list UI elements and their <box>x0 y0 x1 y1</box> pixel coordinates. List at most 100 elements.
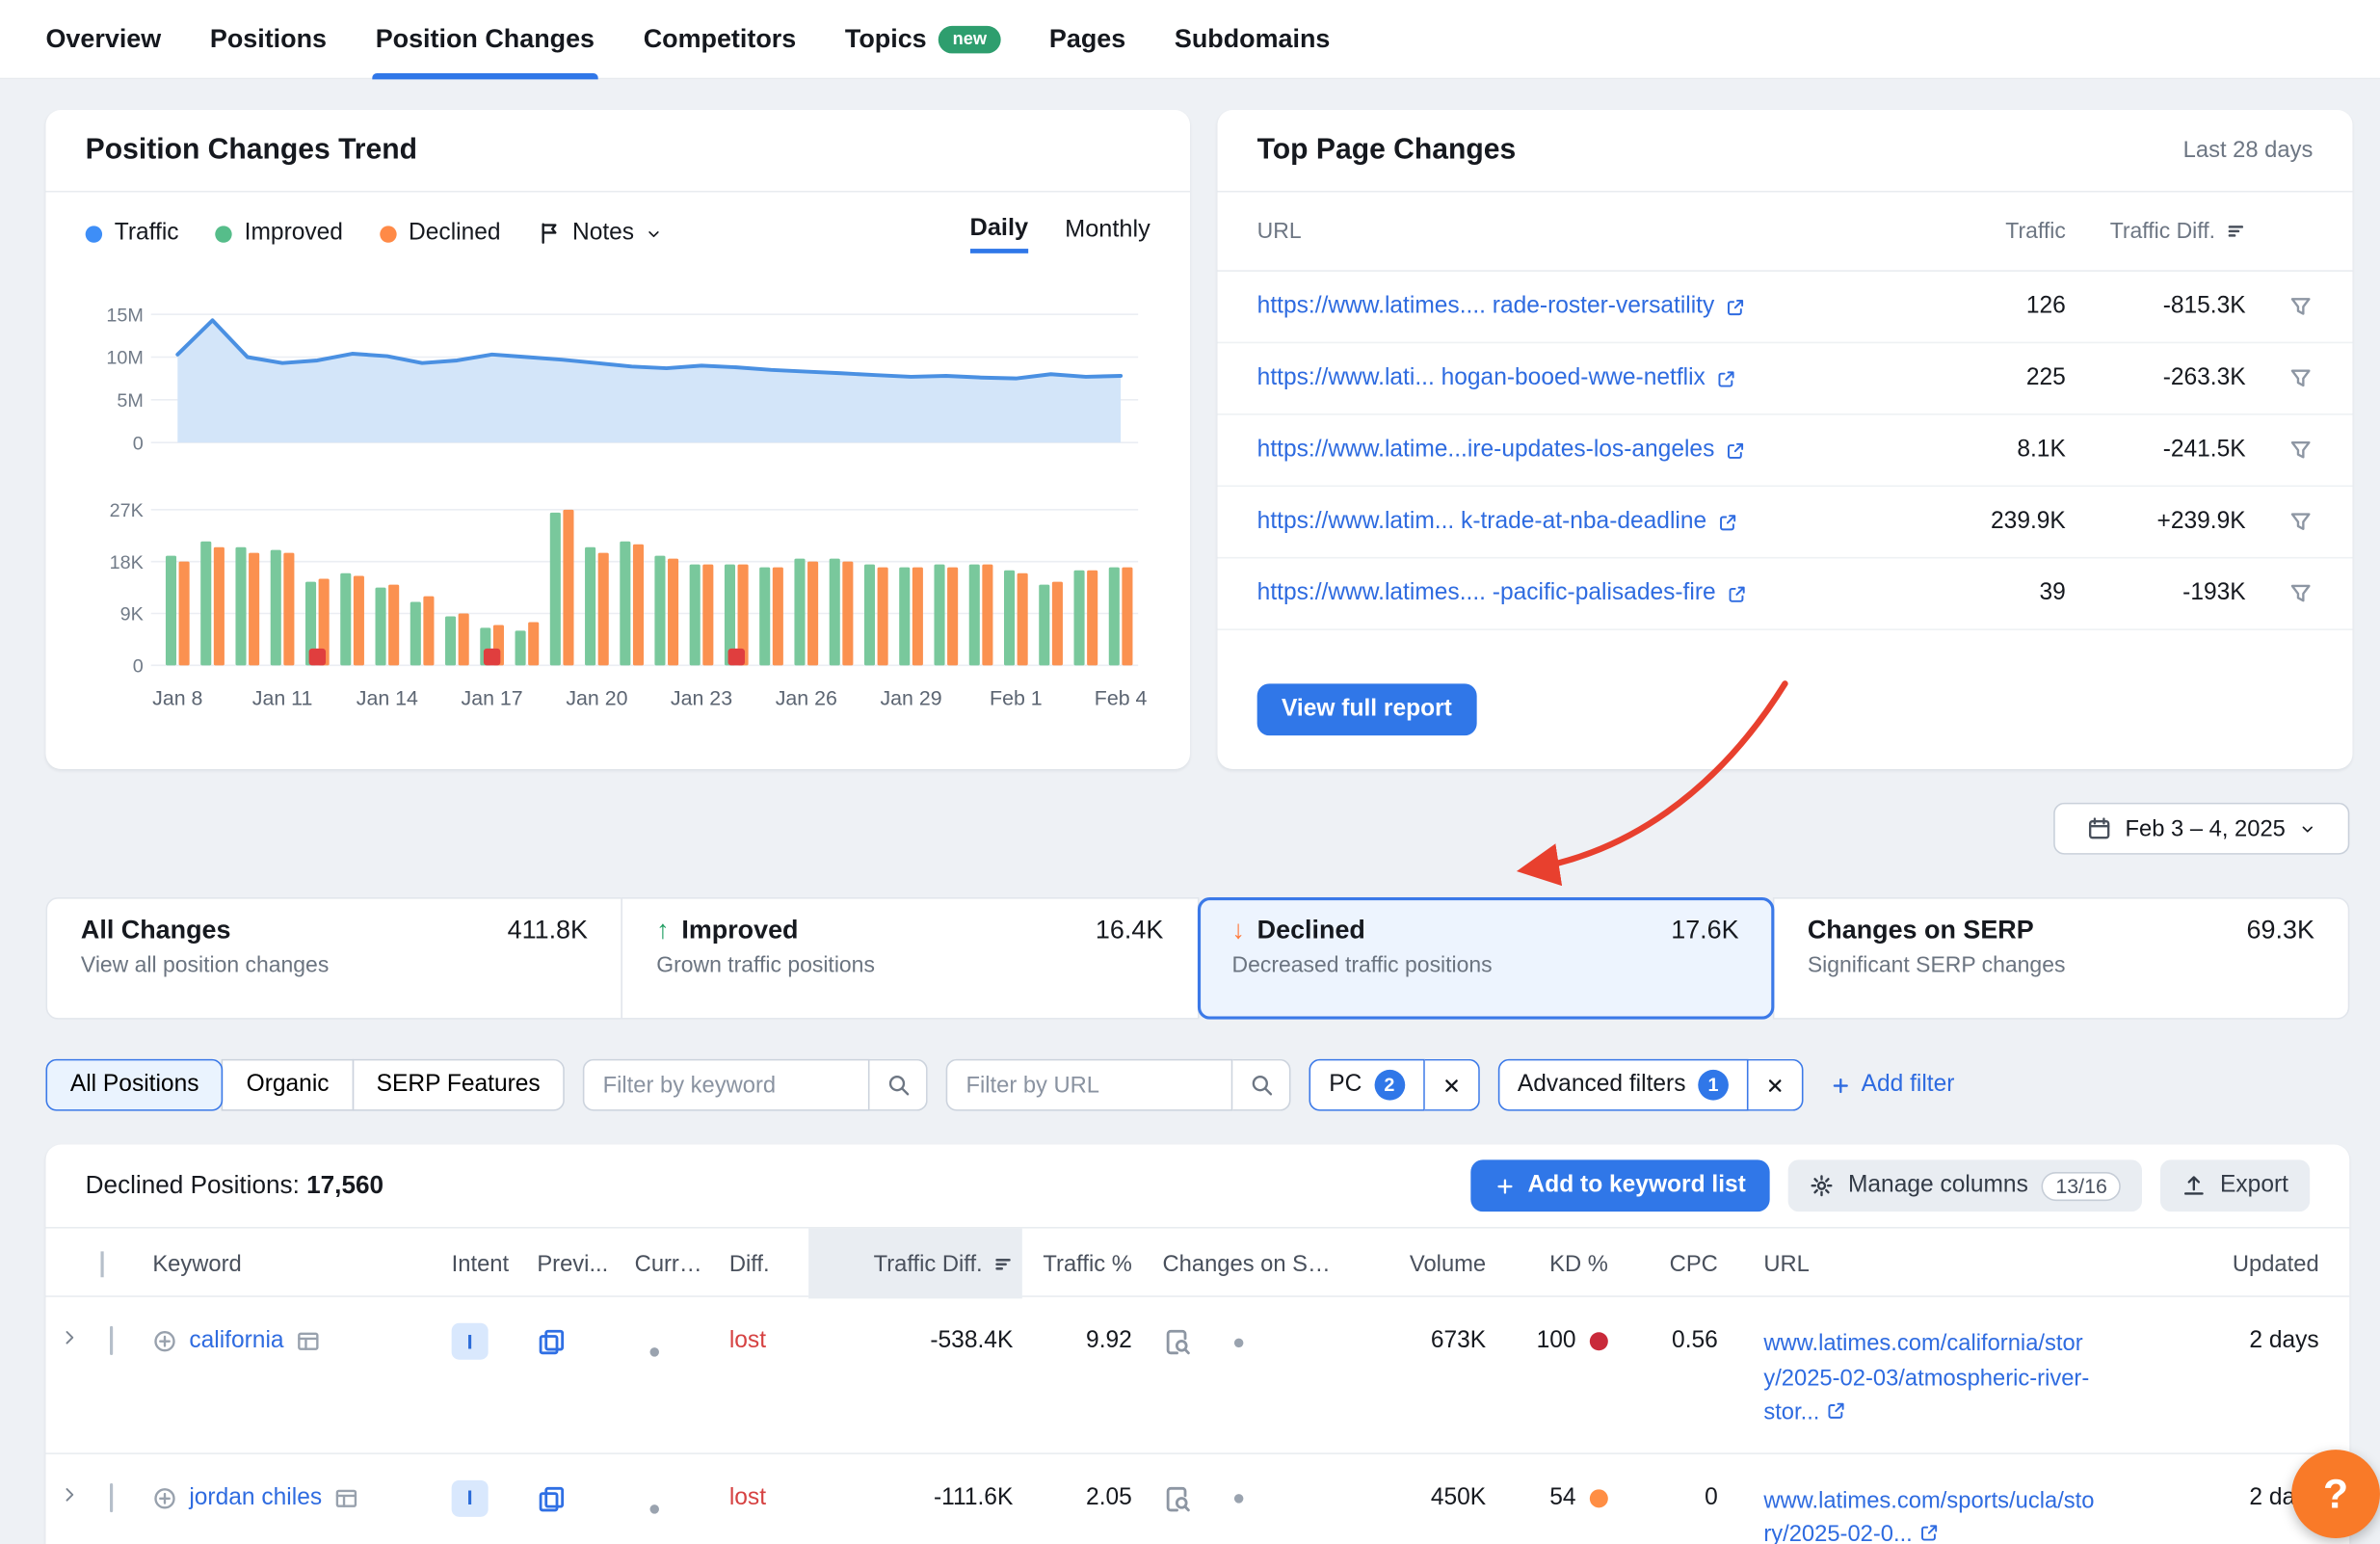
legend-traffic[interactable]: Traffic <box>86 220 179 247</box>
page-url-link[interactable]: https://www.lati... hogan-booed-wwe-netf… <box>1257 364 1898 391</box>
nav-subdomains[interactable]: Subdomains <box>1150 0 1355 79</box>
traffic-line-chart: 15M10M5M0 <box>45 293 1189 461</box>
header-checkbox[interactable] <box>92 1251 144 1277</box>
header-keyword[interactable]: Keyword <box>144 1251 442 1277</box>
upload-icon <box>2182 1174 2206 1198</box>
header-url[interactable]: URL <box>1727 1251 2108 1277</box>
keyword-link[interactable]: california <box>189 1327 283 1355</box>
tab-daily[interactable]: Daily <box>970 214 1029 253</box>
nav-pages[interactable]: Pages <box>1025 0 1150 79</box>
nav-competitors[interactable]: Competitors <box>619 0 820 79</box>
keyword-search-button[interactable] <box>870 1059 928 1111</box>
chevron-right-icon <box>59 1327 79 1347</box>
position-changes-trend-card: Position Changes Trend Traffic Improved … <box>45 110 1189 769</box>
header-kd[interactable]: KD % <box>1495 1251 1618 1277</box>
header-updated[interactable]: Updated <box>2108 1251 2349 1277</box>
svg-text:27K: 27K <box>110 500 144 521</box>
diff-value: lost <box>720 1484 808 1512</box>
nav-positions[interactable]: Positions <box>186 0 352 79</box>
page-traffic-diff-value: -193K <box>2066 580 2246 607</box>
add-keyword-icon[interactable] <box>152 1329 176 1353</box>
help-button[interactable]: ? <box>2291 1450 2380 1538</box>
card-changes-on-serp[interactable]: Changes on SERP 69.3K Significant SERP c… <box>1772 897 2349 1020</box>
tab-monthly[interactable]: Monthly <box>1065 217 1150 251</box>
nav-overview[interactable]: Overview <box>21 0 185 79</box>
filter-funnel-icon[interactable] <box>2288 438 2313 462</box>
kd-difficulty-dot <box>1590 1332 1608 1350</box>
result-url-link[interactable]: www.latimes.com/sports/ucla/story/2025-0… <box>1763 1487 2094 1544</box>
keyword-filter-input[interactable] <box>583 1059 870 1111</box>
tab-serp-features[interactable]: SERP Features <box>352 1059 565 1111</box>
header-intent[interactable]: Intent <box>442 1251 528 1277</box>
serp-changes-icon[interactable] <box>1162 1327 1191 1356</box>
filter-funnel-icon[interactable] <box>2288 510 2313 534</box>
page-url-link[interactable]: https://www.latime...ire-updates-los-ang… <box>1257 437 1898 464</box>
improved-title: Improved <box>681 916 798 946</box>
advanced-filters-label[interactable]: Advanced filters 1 <box>1497 1059 1748 1111</box>
notes-dropdown[interactable]: Notes <box>538 220 662 247</box>
card-improved[interactable]: ↑ Improved 16.4K Grown traffic positions <box>621 897 1199 1020</box>
header-changes-on-serp[interactable]: Changes on SERP <box>1141 1251 1355 1277</box>
row-checkbox[interactable] <box>110 1482 113 1511</box>
advanced-filters-remove[interactable] <box>1748 1059 1803 1111</box>
pc-chip-remove[interactable] <box>1424 1059 1479 1111</box>
header-volume[interactable]: Volume <box>1355 1251 1495 1277</box>
manage-columns-button[interactable]: Manage columns 13/16 <box>1788 1159 2142 1211</box>
keyword-link[interactable]: jordan chiles <box>189 1484 322 1512</box>
serp-snapshot-icon[interactable] <box>296 1329 320 1353</box>
external-link-icon <box>1716 368 1736 388</box>
current-position-dot <box>649 1347 659 1357</box>
page-url-link[interactable]: https://www.latimes.... -pacific-palisad… <box>1257 580 1898 607</box>
url-search-button[interactable] <box>1233 1059 1291 1111</box>
col-traffic-diff[interactable]: Traffic Diff. <box>2066 219 2246 243</box>
page-traffic-value: 239.9K <box>1898 508 2066 535</box>
export-button[interactable]: Export <box>2160 1159 2310 1211</box>
expand-row-button[interactable] <box>45 1327 91 1347</box>
kd-difficulty-dot <box>1590 1489 1608 1507</box>
col-traffic[interactable]: Traffic <box>1898 219 2066 243</box>
header-previous[interactable]: Previ... <box>528 1251 625 1277</box>
card-declined[interactable]: ↓ Declined 17.6K Decreased traffic posit… <box>1197 897 1774 1020</box>
header-current[interactable]: Current <box>625 1251 720 1277</box>
add-filter-button[interactable]: Add filter <box>1831 1071 1955 1099</box>
header-traffic-diff[interactable]: Traffic Diff. <box>808 1229 1022 1299</box>
traffic-pct-value: 2.05 <box>1022 1484 1141 1512</box>
legend-improved[interactable]: Improved <box>216 220 343 247</box>
nav-topics[interactable]: Topics new <box>821 0 1025 79</box>
top-page-row: https://www.latim... k-trade-at-nba-dead… <box>1217 487 2352 558</box>
header-cpc[interactable]: CPC <box>1617 1251 1727 1277</box>
previous-serp-icon[interactable] <box>528 1484 625 1513</box>
url-filter-input[interactable] <box>946 1059 1233 1111</box>
expand-row-button[interactable] <box>45 1484 91 1504</box>
serp-changes-icon[interactable] <box>1162 1484 1191 1513</box>
row-checkbox[interactable] <box>110 1326 113 1355</box>
tab-organic[interactable]: Organic <box>222 1059 354 1111</box>
add-to-keyword-list-button[interactable]: Add to keyword list <box>1471 1159 1770 1211</box>
add-keyword-icon[interactable] <box>152 1485 176 1509</box>
card-all-changes[interactable]: All Changes 411.8K View all position cha… <box>45 897 622 1020</box>
filter-funnel-icon[interactable] <box>2288 295 2313 319</box>
calendar-icon <box>2087 816 2111 840</box>
view-full-report-button[interactable]: View full report <box>1257 683 1477 735</box>
filter-funnel-icon[interactable] <box>2288 366 2313 390</box>
date-range-picker[interactable]: Feb 3 – 4, 2025 <box>2053 803 2349 855</box>
serp-snapshot-icon[interactable] <box>334 1485 358 1509</box>
filter-funnel-icon[interactable] <box>2288 581 2313 605</box>
header-traffic-pct[interactable]: Traffic % <box>1022 1251 1141 1277</box>
nav-position-changes[interactable]: Position Changes <box>351 0 619 79</box>
page-url-link[interactable]: https://www.latim... k-trade-at-nba-dead… <box>1257 508 1898 535</box>
trend-card-header: Position Changes Trend <box>45 110 1189 192</box>
flag-icon <box>538 222 562 246</box>
result-url-link[interactable]: www.latimes.com/california/story/2025-02… <box>1763 1331 2089 1425</box>
legend-declined[interactable]: Declined <box>380 220 501 247</box>
header-diff[interactable]: Diff. <box>720 1251 808 1277</box>
page-traffic-diff-value: -263.3K <box>2066 364 2246 391</box>
columns-count-badge: 13/16 <box>2042 1171 2121 1200</box>
improved-subtitle: Grown traffic positions <box>656 954 1163 978</box>
table-toolbar: Declined Positions: 17,560 Add to keywor… <box>45 1144 2349 1226</box>
period-label: Last 28 days <box>2183 137 2314 163</box>
page-url-link[interactable]: https://www.latimes.... rade-roster-vers… <box>1257 293 1898 320</box>
pc-chip-label[interactable]: PC 2 <box>1309 1059 1425 1111</box>
tab-all-positions[interactable]: All Positions <box>45 1059 223 1111</box>
previous-serp-icon[interactable] <box>528 1327 625 1356</box>
